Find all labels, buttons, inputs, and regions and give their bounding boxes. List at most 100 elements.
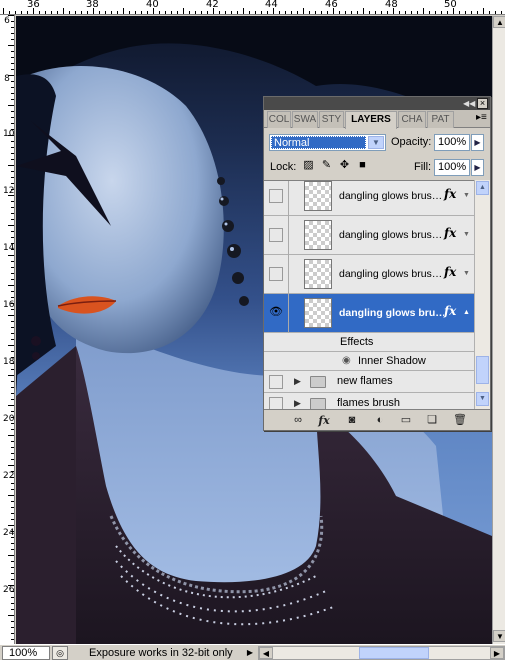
ruler-left-label: 8 xyxy=(4,74,10,84)
mask-icon[interactable]: ◙ xyxy=(344,413,360,428)
scroll-down-arrow-icon[interactable]: ▼ xyxy=(493,630,505,642)
ruler-left-label: 22 xyxy=(3,471,15,481)
opacity-input[interactable]: 100% xyxy=(434,134,470,151)
ruler-left-label: 20 xyxy=(3,414,15,424)
expand-arrow-icon[interactable]: ▼ xyxy=(463,270,470,277)
canvas-horizontal-scrollbar[interactable]: ◀ ▶ xyxy=(258,646,505,660)
tab-paths[interactable]: PAT xyxy=(427,111,454,128)
ruler-top-label: 44 xyxy=(265,0,278,10)
horizontal-ruler[interactable]: 36 38 40 42 44 46 48 50 xyxy=(0,0,505,15)
folder-icon xyxy=(310,376,326,388)
layer-thumbnail xyxy=(304,259,332,289)
group-name: flames brush xyxy=(337,397,400,409)
collapse-icon[interactable]: ◀◀ xyxy=(463,98,475,109)
layer-row[interactable]: dangling glows brus… fx ▼ xyxy=(264,181,474,216)
group-name: new flames xyxy=(337,375,393,387)
scroll-up-arrow-icon[interactable]: ▲ xyxy=(493,16,505,28)
effect-row-inner-shadow[interactable]: ◉ Inner Shadow xyxy=(264,352,474,371)
eye-icon[interactable]: ◉ xyxy=(342,355,351,366)
group-icon[interactable]: ▭ xyxy=(398,413,414,428)
layers-panel: ◀◀ × COL SWA STY LAYERS CHA PAT ▸≡ Norma… xyxy=(263,96,491,431)
visibility-toggle[interactable] xyxy=(269,189,283,203)
layer-thumbnail xyxy=(304,298,332,328)
ruler-top-label: 48 xyxy=(385,0,398,10)
ruler-top-label: 50 xyxy=(444,0,457,10)
expand-arrow-icon[interactable]: ▼ xyxy=(463,192,470,199)
collapse-arrow-icon[interactable]: ▲ xyxy=(463,309,470,316)
group-row[interactable]: ▶ flames brush xyxy=(264,393,474,409)
fill-input[interactable]: 100% xyxy=(434,159,470,176)
layer-name: dangling glows bru… xyxy=(339,307,444,319)
layer-name: dangling glows brus… xyxy=(339,190,443,202)
scrollbar-thumb[interactable] xyxy=(359,647,429,659)
expand-triangle-icon[interactable]: ▶ xyxy=(294,376,301,387)
blend-mode-value: Normal xyxy=(271,136,366,149)
trash-icon[interactable]: 🗑 xyxy=(452,413,468,428)
lock-label: Lock: xyxy=(270,161,297,173)
status-bar: 100% ◎ Exposure works in 32-bit only ▶ ◀… xyxy=(0,644,505,660)
layers-scrollbar[interactable]: ▲ ▼ xyxy=(474,180,490,409)
vertical-ruler[interactable]: 6 8 10 12 14 16 18 20 22 24 26 xyxy=(0,15,15,644)
panel-footer: ∞ fx ◙ ◐ ▭ ❏ 🗑 xyxy=(264,409,490,430)
status-message: Exposure works in 32-bit only xyxy=(89,647,233,659)
blend-mode-dropdown[interactable]: Normal ▼ xyxy=(269,134,386,151)
ruler-left-label: 24 xyxy=(3,528,15,538)
effect-name: Inner Shadow xyxy=(358,355,426,367)
scroll-up-arrow-icon[interactable]: ▲ xyxy=(476,181,489,195)
zoom-level-field[interactable]: 100% xyxy=(2,646,50,660)
panel-menu-icon[interactable]: ▸≡ xyxy=(476,113,487,123)
layer-row[interactable]: dangling glows brus… fx ▼ xyxy=(264,216,474,255)
fill-slider-arrow-icon[interactable]: ▶ xyxy=(471,159,484,176)
fx-icon[interactable]: fx xyxy=(444,265,456,279)
close-icon[interactable]: × xyxy=(477,98,488,109)
scroll-left-arrow-icon[interactable]: ◀ xyxy=(259,647,273,659)
fx-icon[interactable]: fx xyxy=(444,304,456,318)
tab-layers[interactable]: LAYERS xyxy=(345,111,397,129)
effects-row[interactable]: Effects xyxy=(264,333,474,352)
ruler-left-label: 6 xyxy=(4,16,10,26)
fx-icon[interactable]: fx xyxy=(444,187,456,201)
lock-position-move-icon[interactable]: ✥ xyxy=(338,159,351,172)
status-info-icon[interactable]: ◎ xyxy=(52,646,68,660)
scroll-down-arrow-icon[interactable]: ▼ xyxy=(476,392,489,406)
layer-name: dangling glows brus… xyxy=(339,268,443,280)
visibility-toggle[interactable] xyxy=(269,375,283,389)
ruler-left-label: 18 xyxy=(3,357,15,367)
ruler-left-label: 26 xyxy=(3,585,15,595)
expand-triangle-icon[interactable]: ▶ xyxy=(294,398,301,409)
chevron-down-icon[interactable]: ▼ xyxy=(368,136,384,149)
layers-list: dangling glows brus… fx ▼ dangling glows… xyxy=(264,180,474,409)
status-menu-arrow-icon[interactable]: ▶ xyxy=(244,646,256,660)
effects-label: Effects xyxy=(340,336,374,348)
layer-name: dangling glows brus… xyxy=(339,229,443,241)
scrollbar-thumb[interactable] xyxy=(476,356,489,384)
scroll-right-arrow-icon[interactable]: ▶ xyxy=(490,647,504,659)
visibility-toggle[interactable] xyxy=(269,267,283,281)
adjustment-icon[interactable]: ◐ xyxy=(372,413,388,428)
panel-titlebar[interactable]: ◀◀ × xyxy=(264,97,490,110)
visibility-toggle[interactable] xyxy=(269,397,283,409)
tab-styles[interactable]: STY xyxy=(319,111,344,128)
expand-arrow-icon[interactable]: ▼ xyxy=(463,231,470,238)
lock-transparency-icon[interactable]: ▨ xyxy=(302,159,315,172)
opacity-slider-arrow-icon[interactable]: ▶ xyxy=(471,134,484,151)
fx-icon[interactable]: fx xyxy=(316,413,332,428)
ruler-top-label: 46 xyxy=(325,0,338,10)
tab-color[interactable]: COL xyxy=(267,111,291,128)
panel-tab-bar: COL SWA STY LAYERS CHA PAT ▸≡ xyxy=(264,110,490,129)
tab-swatches[interactable]: SWA xyxy=(292,111,318,128)
folder-icon xyxy=(310,398,326,409)
group-row[interactable]: ▶ new flames xyxy=(264,371,474,393)
link-icon[interactable]: ∞ xyxy=(290,413,306,428)
layer-row[interactable]: dangling glows brus… fx ▼ xyxy=(264,255,474,294)
fx-icon[interactable]: fx xyxy=(444,226,456,240)
eye-icon[interactable]: 👁 xyxy=(269,306,283,320)
lock-all-padlock-icon[interactable]: ■ xyxy=(356,159,369,172)
visibility-toggle[interactable] xyxy=(269,228,283,242)
tab-channels[interactable]: CHA xyxy=(398,111,426,128)
ruler-left-label: 16 xyxy=(3,300,15,310)
layer-row-selected[interactable]: 👁 dangling glows bru… fx ▲ xyxy=(264,294,474,333)
canvas-vertical-scrollbar[interactable]: ▲ ▼ xyxy=(492,16,505,644)
new-layer-icon[interactable]: ❏ xyxy=(424,413,440,428)
lock-paint-brush-icon[interactable]: ✎ xyxy=(320,159,333,172)
